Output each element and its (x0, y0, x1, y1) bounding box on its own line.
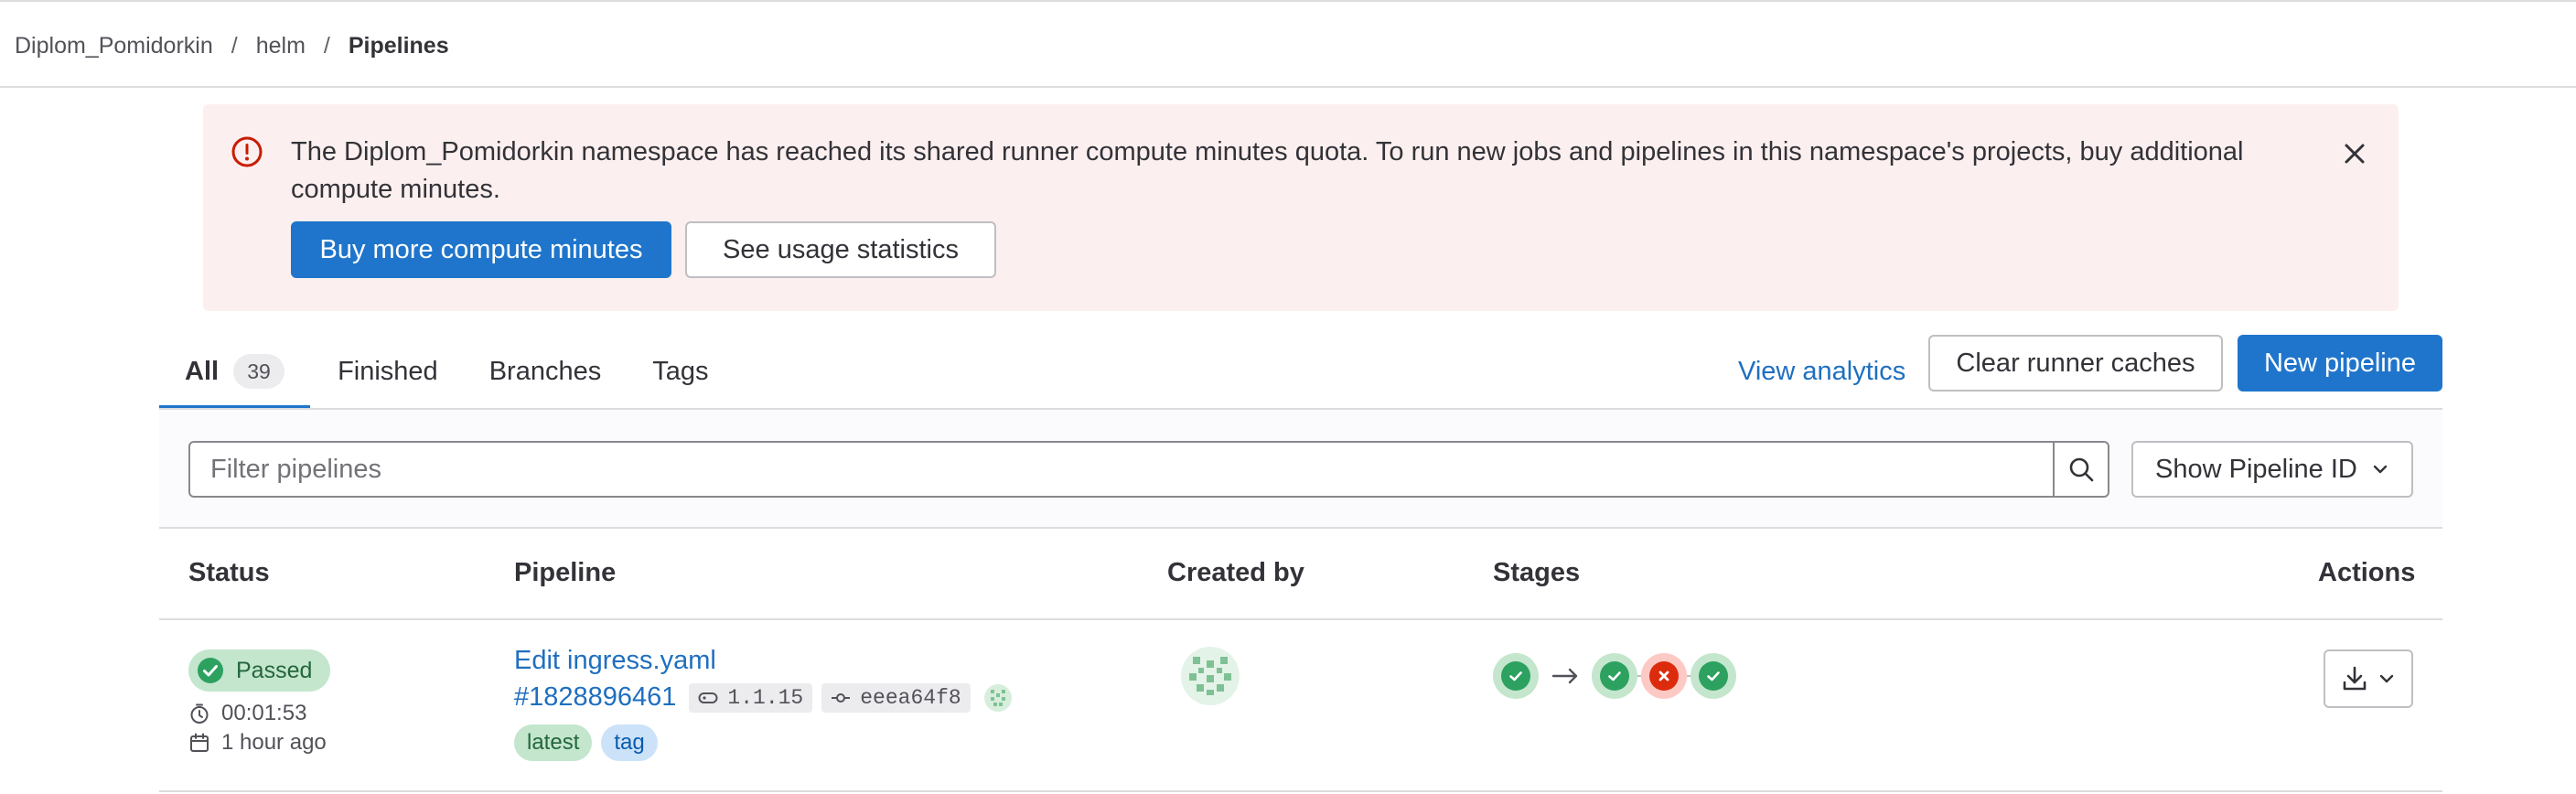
pipeline-labels: latest tag (514, 724, 667, 761)
view-analytics-link[interactable]: View analytics (1738, 346, 1905, 397)
stage-success[interactable] (1592, 653, 1637, 699)
success-check-icon (198, 658, 223, 683)
ref-chip[interactable]: 1.1.15 (689, 682, 813, 713)
search-button[interactable] (2053, 441, 2109, 498)
new-pipeline-button[interactable]: New pipeline (2238, 335, 2442, 392)
pipeline-finished-time: 1 hour ago (188, 730, 327, 756)
search-icon (2069, 457, 2094, 482)
stage-failed[interactable] (1641, 653, 1687, 699)
dropdown-label: Show Pipeline ID (2155, 454, 2357, 484)
pipeline-commit-title[interactable]: Edit ingress.yaml (514, 646, 716, 676)
column-header-stages: Stages (1493, 558, 1581, 587)
pipeline-id-link[interactable]: #1828896461 (514, 682, 676, 713)
breadcrumb: Diplom_Pomidorkin / helm / Pipelines (15, 33, 449, 59)
breadcrumb-item-group[interactable]: Diplom_Pomidorkin (15, 33, 213, 59)
tab-branches[interactable]: Branches (464, 333, 628, 410)
breadcrumb-item-project[interactable]: helm (256, 33, 306, 59)
stage-success[interactable] (1493, 653, 1539, 699)
breadcrumb-separator: / (323, 33, 330, 59)
download-artifacts-button[interactable] (2324, 649, 2413, 708)
commit-author-avatar[interactable] (983, 683, 1013, 713)
alert-message: The Diplom_Pomidorkin namespace has reac… (291, 137, 2244, 204)
arrow-right-icon (1551, 668, 1578, 684)
status-badge[interactable]: Passed (188, 649, 331, 692)
column-header-actions: Actions (2318, 558, 2416, 587)
label-tag: tag (601, 724, 658, 761)
download-icon (2343, 666, 2367, 691)
chevron-down-icon (2379, 674, 2394, 683)
check-icon (1608, 671, 1621, 681)
filter-pipelines-input[interactable] (188, 441, 2055, 498)
tab-finished[interactable]: Finished (310, 333, 464, 410)
duration-value: 00:01:53 (221, 701, 307, 725)
error-icon (231, 136, 263, 167)
close-icon[interactable] (2340, 139, 2369, 168)
top-bar: Diplom_Pomidorkin / helm / Pipelines (0, 0, 2576, 88)
pipeline-tabs: All 39 Finished Branches Tags (159, 333, 734, 410)
creator-avatar[interactable] (1180, 646, 1240, 706)
check-icon (1509, 671, 1522, 681)
tab-label: All (185, 356, 220, 386)
check-icon (1707, 671, 1720, 681)
table-header-divider (159, 618, 2442, 620)
tab-tags[interactable]: Tags (627, 333, 734, 410)
calendar-icon (190, 733, 209, 752)
tab-all[interactable]: All 39 (159, 333, 311, 410)
breadcrumb-item-current[interactable]: Pipelines (349, 33, 449, 59)
timer-icon (190, 703, 209, 724)
filter-bar: Show Pipeline ID (159, 410, 2442, 529)
clear-runner-caches-button[interactable]: Clear runner caches (1928, 335, 2223, 392)
ref-name: 1.1.15 (727, 685, 804, 710)
pipeline-identifiers: #1828896461 1.1.15 eeea64f8 (514, 682, 1013, 713)
chevron-down-icon (2373, 465, 2388, 474)
buy-compute-minutes-button[interactable]: Buy more compute minutes (291, 221, 671, 278)
close-icon (1658, 671, 1669, 681)
show-pipeline-id-dropdown[interactable]: Show Pipeline ID (2131, 441, 2413, 498)
tag-icon (698, 692, 718, 703)
finished-value: 1 hour ago (221, 730, 327, 755)
pipeline-duration: 00:01:53 (188, 701, 306, 726)
pipeline-stages (1493, 653, 1736, 699)
column-header-status: Status (188, 558, 270, 587)
tab-count-badge: 39 (233, 354, 285, 389)
quota-alert: The Diplom_Pomidorkin namespace has reac… (203, 104, 2399, 311)
usage-statistics-button[interactable]: See usage statistics (685, 221, 996, 278)
label-latest: latest (514, 724, 593, 761)
table-row-divider (159, 790, 2442, 792)
commit-sha: eeea64f8 (860, 685, 961, 710)
breadcrumb-separator: / (231, 33, 238, 59)
commit-icon (832, 692, 851, 703)
stage-success[interactable] (1690, 653, 1736, 699)
column-header-pipeline: Pipeline (514, 558, 617, 587)
column-header-created-by: Created by (1167, 558, 1304, 587)
commit-chip[interactable]: eeea64f8 (821, 682, 971, 713)
status-label: Passed (236, 657, 313, 683)
